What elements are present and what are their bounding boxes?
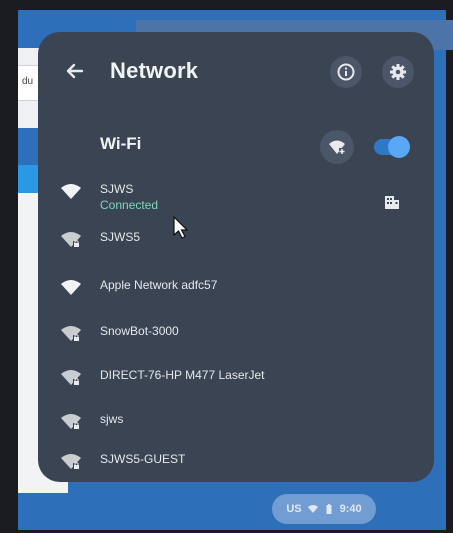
wifi-secured-icon: [61, 370, 81, 386]
network-name: sjws: [100, 412, 124, 426]
mouse-cursor-icon: [173, 216, 189, 239]
arrow-left-icon: [66, 63, 84, 79]
wifi-label: Wi-Fi: [100, 134, 142, 153]
network-status: Connected: [100, 198, 159, 212]
network-name: Apple Network adfc57: [100, 278, 218, 292]
join-network-button[interactable]: [320, 130, 354, 164]
network-panel: Network Wi-Fi SJWS Connected SJWS5 Apple…: [38, 32, 434, 482]
network-item-snowbot[interactable]: SnowBot-3000: [38, 314, 434, 354]
network-item-sjws5[interactable]: SJWS5: [38, 220, 434, 260]
building-icon[interactable]: [384, 194, 400, 210]
wifi-icon: [61, 280, 81, 295]
wifi-secured-icon: [61, 232, 81, 248]
network-item-sjws-lower[interactable]: sjws: [38, 402, 434, 442]
battery-icon: [326, 504, 332, 514]
network-name: SJWS5: [100, 230, 141, 244]
network-name: SJWS5-GUEST: [100, 452, 186, 466]
page-title: Network: [110, 58, 199, 83]
back-button[interactable]: [58, 54, 92, 88]
info-button[interactable]: [330, 56, 362, 88]
wifi-secured-icon: [61, 454, 81, 470]
wifi-add-icon: [329, 140, 345, 154]
wifi-icon: [61, 184, 81, 199]
wifi-secured-icon: [61, 326, 81, 342]
status-tray[interactable]: US 9:40: [272, 494, 376, 524]
wifi-icon: [307, 505, 318, 513]
network-item-apple-network[interactable]: Apple Network adfc57: [38, 268, 434, 308]
network-name: SJWS: [100, 182, 134, 196]
clock: 9:40: [339, 503, 362, 515]
gear-icon: [390, 64, 406, 80]
settings-button[interactable]: [382, 56, 414, 88]
wifi-toggle-knob: [388, 136, 410, 158]
network-item-sjws[interactable]: SJWS Connected: [38, 172, 434, 212]
wifi-section-header: Wi-Fi: [38, 128, 434, 164]
wifi-toggle[interactable]: [374, 136, 410, 158]
info-icon: [337, 63, 355, 81]
network-item-sjws5-guest[interactable]: SJWS5-GUEST: [38, 442, 434, 482]
wifi-secured-icon: [61, 414, 81, 430]
locale-indicator: US: [286, 503, 302, 515]
network-item-direct-hp[interactable]: DIRECT-76-HP M477 LaserJet: [38, 358, 434, 398]
panel-header: Network: [38, 54, 434, 94]
network-name: SnowBot-3000: [100, 324, 179, 338]
network-name: DIRECT-76-HP M477 LaserJet: [100, 368, 265, 382]
